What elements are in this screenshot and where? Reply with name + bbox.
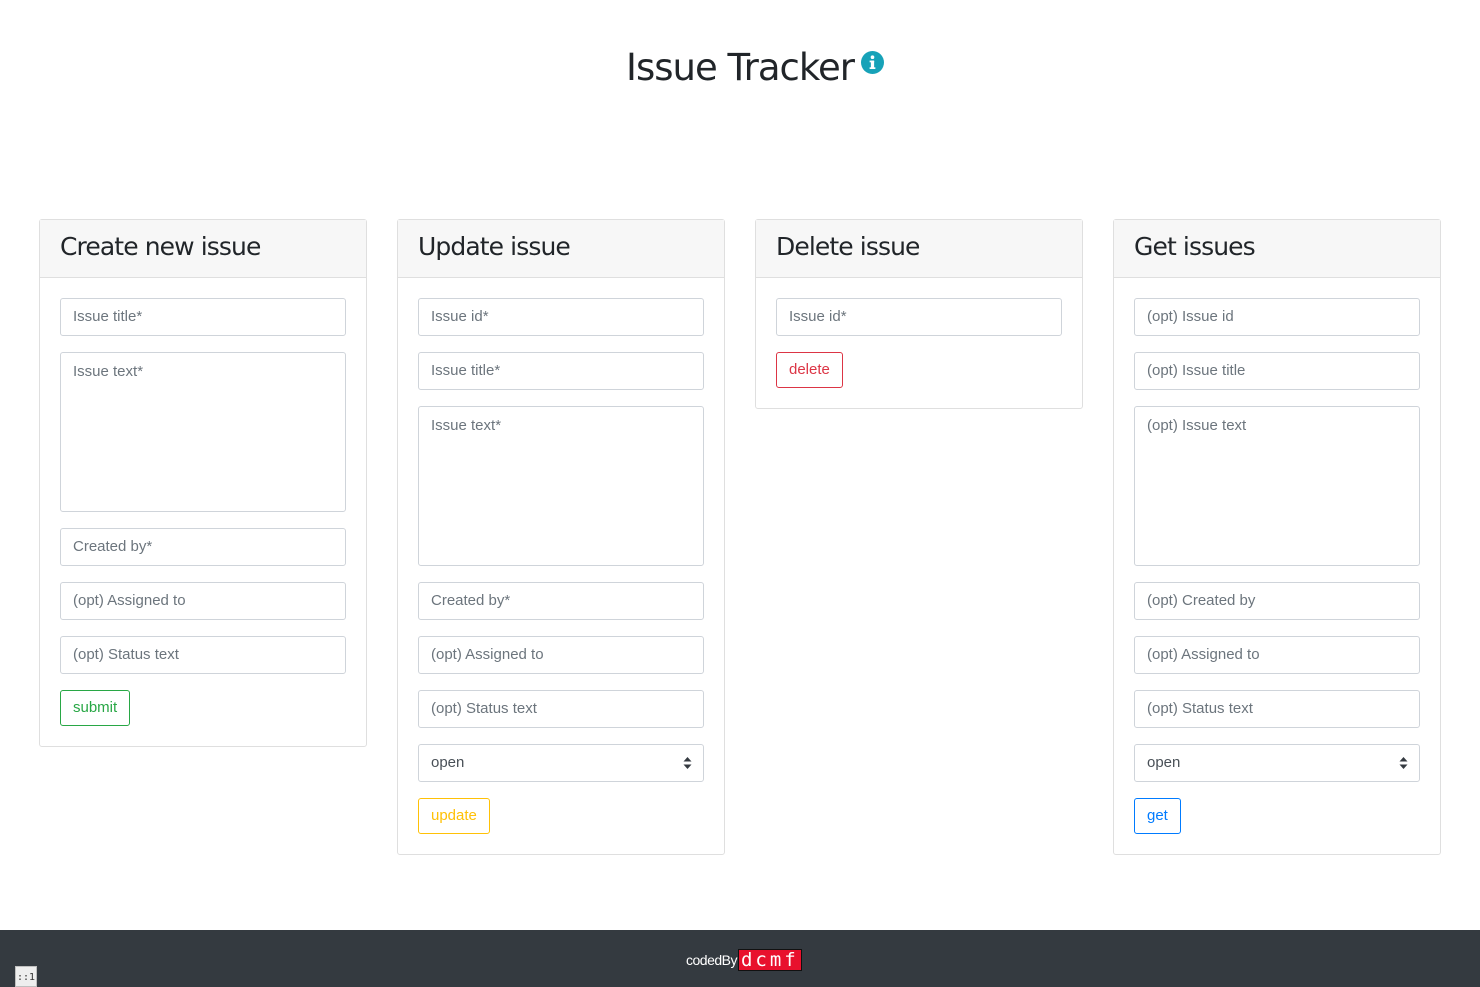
issue-text-textarea[interactable]: (opt) Issue text <box>1134 406 1420 566</box>
card-header: Create new issue <box>40 220 366 278</box>
card-header: Get issues <box>1114 220 1440 278</box>
status-text-input[interactable]: (opt) Status text <box>60 636 346 674</box>
issue-text-textarea[interactable]: Issue text* <box>60 352 346 512</box>
page-title: Issue Tracker <box>626 46 855 89</box>
created-by-input[interactable]: Created by* <box>418 582 704 620</box>
brand-link[interactable]: dcmf <box>737 949 802 971</box>
issue-title-input[interactable]: Issue title* <box>418 352 704 390</box>
card-title: Delete issue <box>776 232 920 261</box>
card-header: Delete issue <box>756 220 1082 278</box>
issue-title-input[interactable]: Issue title* <box>60 298 346 336</box>
issue-id-input[interactable]: (opt) Issue id <box>1134 298 1420 336</box>
status-select[interactable]: open <box>418 744 704 782</box>
page-header: Issue Tracker <box>0 46 1480 89</box>
assigned-to-input[interactable]: (opt) Assigned to <box>60 582 346 620</box>
status-select[interactable]: open <box>1134 744 1420 782</box>
title-wrap: Issue Tracker <box>626 46 884 89</box>
update-issue-form: Issue id* Issue title* Issue text* Creat… <box>398 278 724 854</box>
status-select-value: open <box>1147 754 1181 771</box>
credit-label: codedBy <box>686 952 737 968</box>
card-header: Update issue <box>398 220 724 278</box>
update-issue-card: Update issue Issue id* Issue title* Issu… <box>397 219 725 855</box>
get-button[interactable]: get <box>1134 798 1181 834</box>
submit-button[interactable]: submit <box>60 690 131 726</box>
status-text-input[interactable]: (opt) Status text <box>1134 690 1420 728</box>
assigned-to-input[interactable]: (opt) Assigned to <box>1134 636 1420 674</box>
issue-id-input[interactable]: Issue id* <box>418 298 704 336</box>
sort-arrows-icon <box>1399 757 1408 769</box>
corner-tag: ::1 <box>15 966 37 987</box>
delete-issue-card: Delete issue Issue id* delete <box>755 219 1083 409</box>
status-text-input[interactable]: (opt) Status text <box>418 690 704 728</box>
created-by-input[interactable]: (opt) Created by <box>1134 582 1420 620</box>
issue-text-textarea[interactable]: Issue text* <box>418 406 704 566</box>
issue-title-input[interactable]: (opt) Issue title <box>1134 352 1420 390</box>
footer: codedBy dcmf <box>0 930 1480 987</box>
created-by-input[interactable]: Created by* <box>60 528 346 566</box>
sort-arrows-icon <box>683 757 692 769</box>
assigned-to-input[interactable]: (opt) Assigned to <box>418 636 704 674</box>
footer-credit: codedBy dcmf <box>686 949 802 971</box>
delete-button[interactable]: delete <box>776 352 843 388</box>
issue-id-input[interactable]: Issue id* <box>776 298 1062 336</box>
card-title: Create new issue <box>60 232 261 261</box>
card-title: Get issues <box>1134 232 1256 261</box>
card-title: Update issue <box>418 232 571 261</box>
info-icon[interactable] <box>860 51 884 74</box>
get-issues-form: (opt) Issue id (opt) Issue title (opt) I… <box>1114 278 1440 854</box>
delete-issue-form: Issue id* delete <box>756 278 1082 408</box>
create-issue-card: Create new issue Issue title* Issue text… <box>39 219 367 747</box>
get-issues-card: Get issues (opt) Issue id (opt) Issue ti… <box>1113 219 1441 855</box>
update-button[interactable]: update <box>418 798 490 834</box>
status-select-value: open <box>431 754 465 771</box>
create-issue-form: Issue title* Issue text* Created by* (op… <box>40 278 366 746</box>
